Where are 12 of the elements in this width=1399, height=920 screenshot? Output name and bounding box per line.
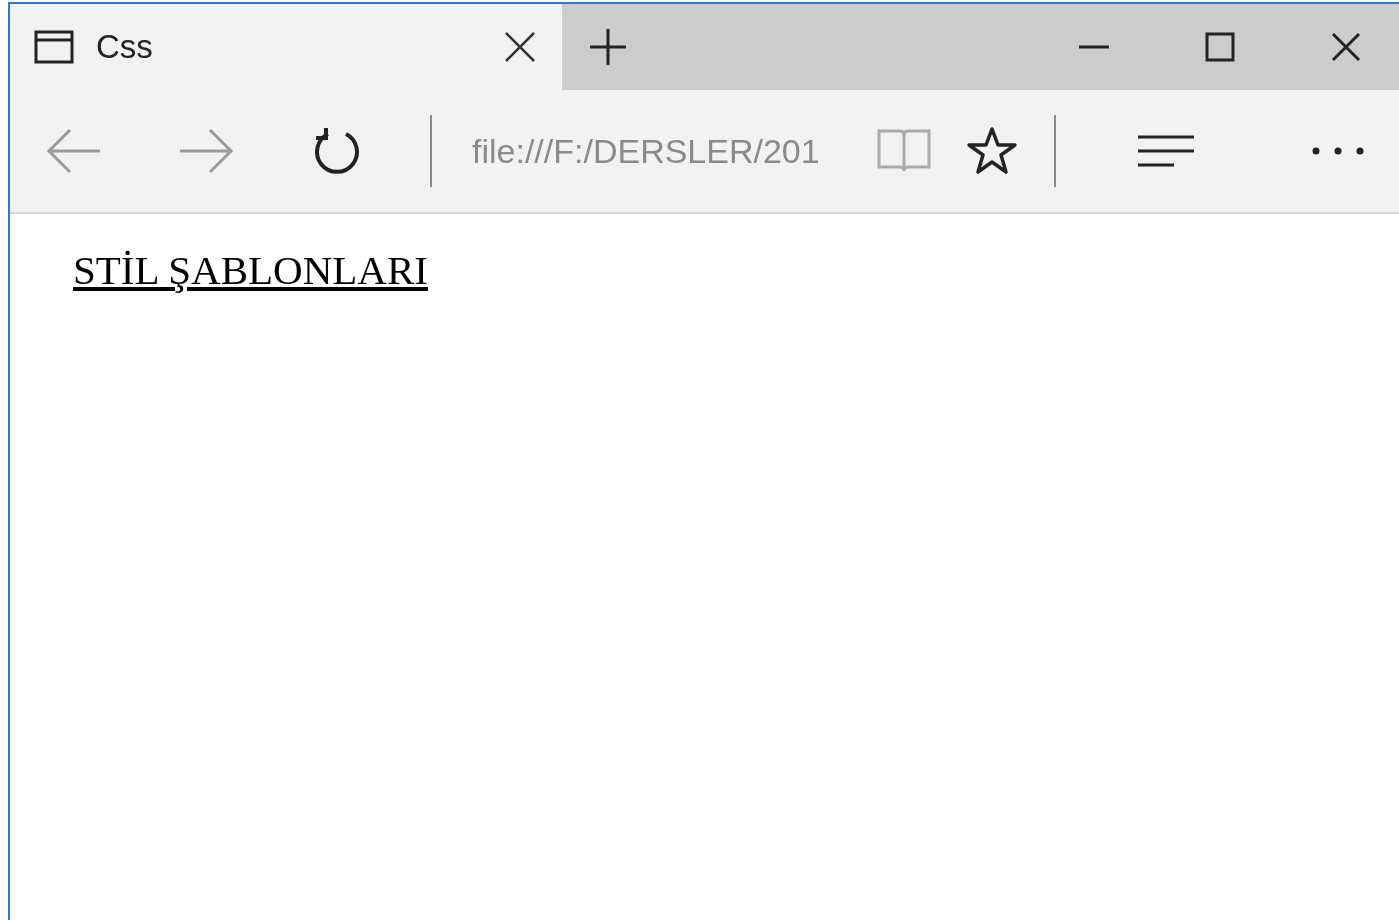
page-heading: STİL ŞABLONLARI bbox=[73, 246, 428, 295]
maximize-icon[interactable] bbox=[1205, 32, 1235, 62]
star-icon[interactable] bbox=[966, 126, 1018, 176]
window-icon bbox=[34, 30, 74, 64]
new-tab-icon[interactable] bbox=[588, 27, 628, 67]
close-icon[interactable] bbox=[1331, 32, 1361, 62]
hub-icon[interactable] bbox=[1138, 134, 1196, 168]
more-icon[interactable] bbox=[1312, 147, 1364, 155]
close-icon[interactable] bbox=[504, 31, 536, 63]
minimize-icon[interactable] bbox=[1079, 45, 1109, 49]
tab-title: Css bbox=[96, 27, 154, 68]
browser-tab[interactable]: Css bbox=[10, 4, 562, 90]
